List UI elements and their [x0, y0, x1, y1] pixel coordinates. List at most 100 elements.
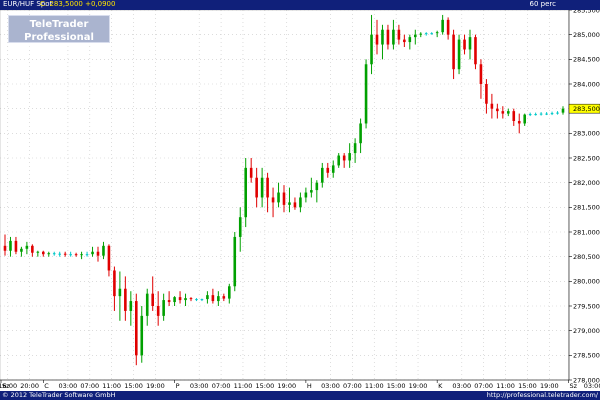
candle-body [25, 245, 29, 249]
candle-body [282, 192, 286, 205]
candles-group [3, 14, 565, 366]
x-tick-label: 07:00 [212, 382, 231, 390]
y-tick-label: 283,0000 [573, 130, 600, 138]
candle-body [3, 245, 7, 251]
candle-body [293, 202, 297, 208]
y-tick-label: 279,5000 [573, 302, 600, 310]
candle-body [189, 298, 193, 300]
watermark-url: http://professional.teletrader.com/ [9, 45, 112, 52]
candle-body [129, 301, 133, 311]
candle-body [206, 295, 209, 300]
y-tick-label: 284,5000 [573, 56, 600, 64]
day-separator-label: Sz [569, 382, 577, 390]
candle-body [523, 114, 527, 124]
candle-body [419, 33, 423, 35]
candle-body [435, 32, 439, 34]
y-tick-label: 279,0000 [573, 327, 600, 335]
y-tick-label: 281,0000 [573, 228, 600, 236]
candle-body [364, 64, 368, 124]
candle-body [353, 143, 357, 154]
x-tick-label: 03:00 [452, 382, 471, 390]
candle-body [517, 121, 521, 124]
candle-body [266, 177, 269, 198]
watermark-title: TeleTrader Professional [24, 19, 94, 43]
candle-body [255, 177, 258, 198]
x-tick-label: 11:00 [234, 382, 253, 390]
period-label: 60 perc [529, 0, 556, 8]
candle-body [80, 254, 83, 256]
day-separator-label: H [307, 382, 312, 390]
x-tick-label: 03:00 [190, 382, 209, 390]
candle-body [74, 254, 78, 256]
candle-body [63, 253, 67, 255]
candle-body [134, 301, 138, 356]
candle-body [211, 295, 215, 302]
x-tick-label: 15:00 [518, 382, 537, 390]
y-tick-label: 282,5000 [573, 154, 600, 162]
candle-body [96, 251, 100, 256]
candle-body [403, 39, 406, 43]
price-axis-background [569, 10, 600, 380]
candle-body [47, 253, 51, 255]
candle-body [528, 114, 532, 116]
candle-body [173, 297, 176, 303]
price-change-info: C: 283,5000 +0,0900 [40, 0, 116, 8]
candle-body [506, 111, 510, 114]
y-tick-label: 282,0000 [573, 179, 600, 187]
x-tick-label: 19:00 [277, 382, 296, 390]
candle-body [69, 254, 72, 256]
candle-body [310, 190, 313, 193]
candle-body [370, 34, 373, 65]
x-tick-label: 03:00 [59, 382, 78, 390]
candle-body [348, 153, 351, 161]
x-tick-label: 07:00 [474, 382, 493, 390]
candle-body [545, 113, 548, 115]
x-tick-label: 07:00 [80, 382, 99, 390]
candle-body [288, 202, 291, 205]
candle-body [485, 84, 488, 104]
candle-body [315, 182, 319, 191]
day-separator-label: K [438, 382, 443, 390]
x-tick-label: 15:00 [124, 382, 143, 390]
candle-body [331, 165, 335, 173]
candle-body [452, 34, 455, 70]
candle-body [534, 114, 537, 116]
candle-body [167, 300, 171, 303]
last-price-label: 283,5000 [573, 105, 600, 113]
candle-body [184, 298, 187, 301]
candle-body [326, 167, 330, 173]
candle-body [14, 240, 18, 252]
candle-body [430, 33, 434, 35]
candle-body [102, 245, 105, 256]
candle-body [162, 300, 165, 316]
candle-body [217, 296, 220, 302]
footer-url: http://professional.teletrader.com/ [486, 391, 598, 399]
candle-body [342, 155, 346, 161]
candle-body [463, 39, 466, 50]
candle-body [539, 113, 543, 115]
candle-body [151, 293, 155, 306]
day-separator-label: C [44, 382, 49, 390]
candle-body [227, 286, 231, 299]
candle-body [20, 248, 23, 252]
candle-body [359, 123, 362, 144]
candle-body [31, 245, 34, 253]
x-tick-label: 19:00 [146, 382, 165, 390]
candle-body [561, 108, 565, 113]
footer-bar: © 2012 TeleTrader Software GmbH http://p… [0, 391, 600, 400]
candle-body [457, 39, 461, 70]
candle-body [145, 293, 149, 316]
chart-header-bar: EUR/HUF Spot C: 283,5000 +0,0900 60 perc [0, 0, 600, 10]
x-tick-label: 19:00 [409, 382, 428, 390]
x-tick-label: 07:00 [343, 382, 362, 390]
candle-body [320, 167, 324, 183]
candle-body [381, 29, 384, 45]
x-tick-label: 03:00 [584, 382, 600, 390]
teletrader-watermark: TeleTrader Professional http://professio… [8, 15, 112, 52]
candle-body [386, 29, 390, 45]
candle-body [118, 288, 122, 297]
x-tick-label: 15:00 [387, 382, 406, 390]
candle-body [124, 288, 127, 311]
candle-body [479, 64, 483, 84]
x-tick-label: 15:00 [255, 382, 274, 390]
